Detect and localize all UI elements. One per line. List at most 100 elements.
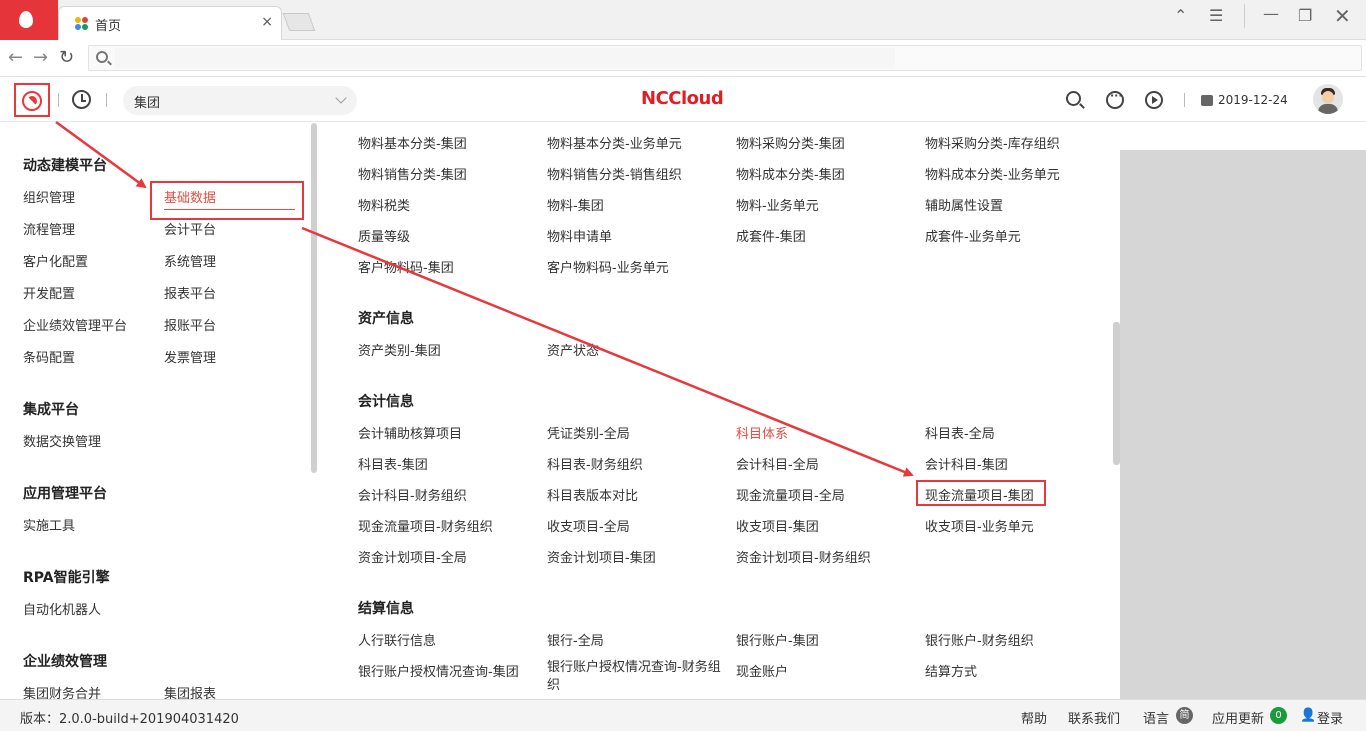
content-menu-item[interactable]: 物料成本分类-集团 <box>736 164 845 183</box>
content-menu-item[interactable]: 科目体系 <box>736 423 788 442</box>
content-menu-item[interactable]: 客户物料码-业务单元 <box>547 257 669 276</box>
content-menu-item[interactable]: 银行账户-财务组织 <box>925 630 1034 649</box>
content-menu-item[interactable]: 人行联行信息 <box>358 630 436 649</box>
help-link[interactable]: 帮助 <box>1021 708 1047 727</box>
menu-item[interactable]: 条码配置 <box>23 347 75 366</box>
menu-item[interactable]: 企业绩效管理平台 <box>23 315 127 334</box>
menu-item[interactable]: 组织管理 <box>23 187 75 206</box>
content-menu-item[interactable]: 科目表-集团 <box>358 454 428 473</box>
collapse-icon[interactable]: ⌃ <box>1174 6 1187 25</box>
content-menu-item[interactable]: 资金计划项目-集团 <box>547 547 656 566</box>
content-menu-item[interactable]: 物料税类 <box>358 195 410 214</box>
content-menu-item[interactable]: 物料基本分类-业务单元 <box>547 133 682 152</box>
content-menu-item[interactable]: 资金计划项目-财务组织 <box>736 547 871 566</box>
content-menu-item[interactable]: 银行-全局 <box>547 630 604 649</box>
content-menu-item[interactable]: 科目表-财务组织 <box>547 454 643 473</box>
content-menu-item[interactable]: 物料采购分类-集团 <box>736 133 845 152</box>
app-update-link[interactable]: 应用更新 <box>1212 708 1264 727</box>
language-link[interactable]: 语言 <box>1143 708 1169 727</box>
tab-close-icon[interactable]: × <box>261 14 273 30</box>
content-menu-item[interactable]: 成套件-业务单元 <box>925 226 1021 245</box>
menu-item[interactable]: 流程管理 <box>23 219 75 238</box>
content-menu-item[interactable]: 结算方式 <box>925 661 977 680</box>
content-menu-item[interactable]: 银行账户授权情况查询-集团 <box>358 661 519 680</box>
language-badge[interactable]: 简 <box>1176 707 1193 724</box>
content-section-title: 结算信息 <box>358 601 414 617</box>
menu-item[interactable]: 报账平台 <box>164 315 216 334</box>
menu-item[interactable]: 实施工具 <box>23 515 75 534</box>
content-menu-item[interactable]: 会计科目-集团 <box>925 454 1008 473</box>
content-menu-item[interactable]: 质量等级 <box>358 226 410 245</box>
browser-logo-icon[interactable] <box>0 0 58 40</box>
content-menu-item[interactable]: 现金流量项目-全局 <box>736 485 845 504</box>
content-menu-item[interactable]: 资产类别-集团 <box>358 340 441 359</box>
content-menu-item[interactable]: 银行账户-集团 <box>736 630 819 649</box>
content-menu-item[interactable]: 科目表-全局 <box>925 423 995 442</box>
menu-item[interactable]: 数据交换管理 <box>23 431 101 450</box>
org-select[interactable]: 集团 <box>123 86 357 115</box>
content-menu-item[interactable]: 辅助属性设置 <box>925 195 1003 214</box>
content-menu-item[interactable]: 收支项目-业务单元 <box>925 516 1034 535</box>
maximize-icon[interactable]: ❐ <box>1298 6 1312 25</box>
content-menu-item[interactable]: 收支项目-全局 <box>547 516 630 535</box>
search-icon[interactable] <box>1066 91 1081 106</box>
url-field[interactable] <box>88 45 1362 71</box>
content-menu-item[interactable]: 现金流量项目-财务组织 <box>358 516 493 535</box>
menu-item[interactable]: 自动化机器人 <box>23 599 101 618</box>
menu-item[interactable]: 会计平台 <box>164 219 216 238</box>
close-window-icon[interactable]: ✕ <box>1334 4 1351 28</box>
content-menu-item[interactable]: 收支项目-集团 <box>736 516 819 535</box>
content-menu-item[interactable]: 科目表版本对比 <box>547 485 638 504</box>
minimize-icon[interactable]: — <box>1263 4 1279 23</box>
nccloud-logo: NCCloud <box>641 88 724 109</box>
menu-item[interactable]: 发票管理 <box>164 347 216 366</box>
content-section-title: 会计信息 <box>358 394 414 410</box>
content-menu-item[interactable]: 物料基本分类-集团 <box>358 133 467 152</box>
browser-tab-home[interactable]: 首页 × <box>58 6 282 40</box>
business-date[interactable]: 2019-12-24 <box>1218 93 1288 107</box>
menu-item[interactable]: 集团财务合并 <box>23 683 101 699</box>
content-menu-item[interactable]: 会计科目-全局 <box>736 454 819 473</box>
content-menu-item[interactable]: 凭证类别-全局 <box>547 423 630 442</box>
url-input[interactable] <box>115 48 895 68</box>
org-select-value: 集团 <box>134 96 161 111</box>
window-controls-divider <box>1244 4 1245 28</box>
content-menu-item[interactable]: 资产状态 <box>547 340 599 359</box>
menu-item[interactable]: 客户化配置 <box>23 251 88 270</box>
menu-item[interactable]: 开发配置 <box>23 283 75 302</box>
content-menu-item[interactable]: 物料-业务单元 <box>736 195 819 214</box>
content-menu-item[interactable]: 物料-集团 <box>547 195 604 214</box>
content-menu-item[interactable]: 资金计划项目-全局 <box>358 547 467 566</box>
reload-icon[interactable]: ↻ <box>59 47 74 68</box>
history-clock-icon[interactable] <box>72 90 91 109</box>
content-menu-item[interactable]: 物料申请单 <box>547 226 612 245</box>
play-icon[interactable] <box>1145 91 1163 109</box>
content-menu-item[interactable]: 物料销售分类-销售组织 <box>547 164 682 183</box>
left-menu-scrollbar[interactable] <box>311 123 317 473</box>
menu-item[interactable]: 系统管理 <box>164 251 216 270</box>
content-menu-item[interactable]: 会计科目-财务组织 <box>358 485 467 504</box>
menu-group-title: 企业绩效管理 <box>23 654 107 670</box>
message-icon[interactable] <box>1106 89 1124 109</box>
menu-item[interactable]: 集团报表 <box>164 683 216 699</box>
content-menu-item[interactable]: 成套件-集团 <box>736 226 806 245</box>
content-menu-item[interactable]: 会计辅助核算项目 <box>358 423 462 442</box>
contact-link[interactable]: 联系我们 <box>1068 708 1120 727</box>
login-link[interactable]: 登录 <box>1317 708 1343 727</box>
search-icon <box>96 51 108 63</box>
new-tab-button[interactable] <box>282 13 316 31</box>
content-menu-item[interactable]: 物料销售分类-集团 <box>358 164 467 183</box>
forward-icon[interactable]: → <box>33 47 48 68</box>
content-menu-item[interactable]: 物料采购分类-库存组织 <box>925 133 1060 152</box>
menu-item[interactable]: 报表平台 <box>164 283 216 302</box>
content-menu-item[interactable]: 物料成本分类-业务单元 <box>925 164 1060 183</box>
content-scrollbar[interactable] <box>1113 322 1120 465</box>
content-menu-item[interactable]: 现金账户 <box>736 661 788 680</box>
content-menu-item[interactable]: 银行账户授权情况查询-财务组 织 <box>547 659 721 695</box>
back-icon[interactable]: ← <box>8 47 23 68</box>
annotation-box-basic-data <box>150 181 304 220</box>
menu-group-title: 应用管理平台 <box>23 486 107 502</box>
avatar[interactable] <box>1313 84 1343 114</box>
content-menu-item[interactable]: 客户物料码-集团 <box>358 257 454 276</box>
hamburger-menu-icon[interactable]: ☰ <box>1209 6 1223 25</box>
